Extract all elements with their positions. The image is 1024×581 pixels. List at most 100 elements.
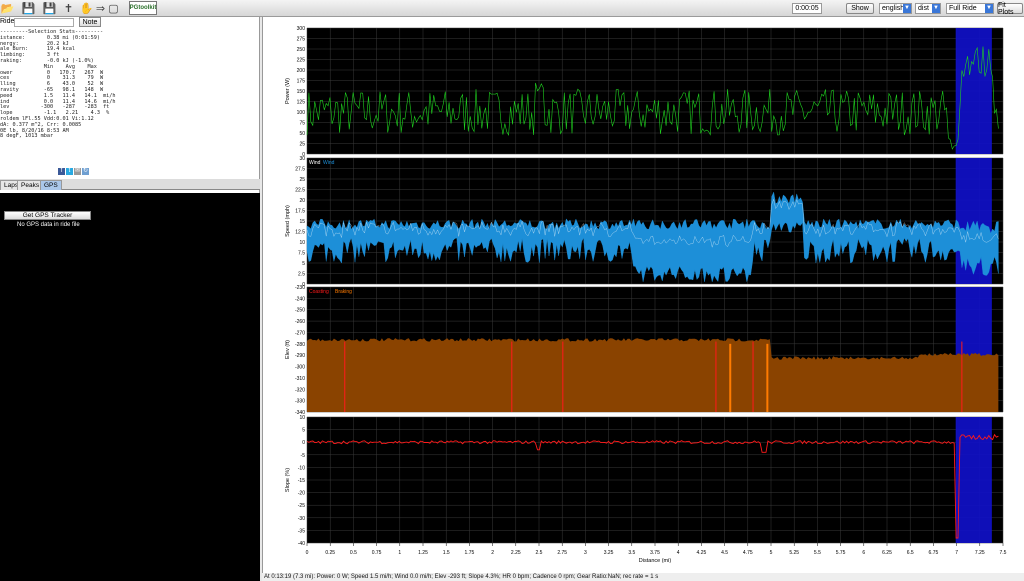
probe-icon[interactable]: ✝ — [61, 1, 76, 15]
share-icon[interactable]: ↻ — [82, 168, 89, 175]
legend-label: Braking — [335, 289, 352, 295]
coasting-mark — [715, 341, 717, 412]
x-tick-label: 1 — [398, 550, 401, 556]
y-tick-label: -230 — [295, 285, 305, 291]
y-tick-label: 22.5 — [295, 188, 305, 194]
units-select[interactable]: english ▼ — [879, 3, 912, 14]
get-gps-tracker-button[interactable]: Get GPS Tracker — [4, 211, 91, 220]
x-tick-label: 1.75 — [465, 550, 475, 556]
y-tick-label: 50 — [299, 131, 305, 137]
time-field[interactable]: 0:00:05 — [792, 3, 822, 14]
y-tick-label: 250 — [297, 47, 306, 53]
x-tick-label: 5.25 — [789, 550, 799, 556]
y-axis-label: Speed (mph) — [285, 205, 291, 237]
x-tick-label: 4.5 — [721, 550, 728, 556]
x-tick-label: 4 — [677, 550, 680, 556]
y-tick-label: 2.5 — [298, 272, 305, 278]
x-axis-select[interactable]: dist ▼ — [915, 3, 941, 14]
range-value: Full Ride — [949, 5, 977, 12]
braking-mark — [729, 343, 732, 412]
save-icon[interactable]: 💾 — [21, 1, 36, 15]
plots-area: 300 275 250 225 200 175 150 125 100 75 50 25 0 Power … — [262, 17, 1024, 577]
y-tick-label: 200 — [297, 68, 306, 74]
legend-label: Coasting — [309, 289, 329, 295]
y-tick-label: 5 — [302, 428, 305, 434]
x-axis-value: dist — [918, 5, 929, 12]
toolbar: 📂 💾 💾 ✝ ✋ ⇒ ▢ PGtoolkit 0:00:05 Show eng… — [0, 0, 1024, 17]
x-tick-label: 7 — [955, 550, 958, 556]
range-select[interactable]: Full Ride ▼ — [946, 3, 994, 14]
y-tick-label: 30 — [299, 156, 305, 162]
x-tick-label: 1.25 — [418, 550, 428, 556]
x-tick-label: 2.25 — [511, 550, 521, 556]
y-tick-label: 150 — [297, 89, 306, 95]
coasting-mark — [562, 341, 564, 412]
x-tick-label: 1.5 — [443, 550, 450, 556]
coasting-mark — [344, 341, 346, 412]
show-button[interactable]: Show — [846, 3, 874, 14]
y-tick-label: -5 — [301, 453, 306, 459]
y-tick-label: 7.5 — [298, 251, 305, 257]
monitor-icon[interactable]: ▢ — [106, 1, 121, 15]
note-button[interactable]: Note — [79, 17, 101, 27]
left-panel: Ride: Note ---------Selection Stats-----… — [0, 17, 260, 581]
legend-label: Wind — [309, 160, 321, 166]
y-tick-label: 25 — [299, 142, 305, 148]
x-tick-label: 0.25 — [325, 550, 335, 556]
ride-plots[interactable]: 3002752502252001751501251007550250Power … — [263, 17, 1024, 577]
tab-bar: Laps Peaks GPS — [0, 179, 260, 190]
units-value: english — [882, 5, 905, 12]
gps-panel: Get GPS Tracker No GPS data in ride file — [0, 193, 260, 581]
y-tick-label: -310 — [295, 376, 305, 382]
y-tick-label: -250 — [295, 308, 305, 314]
x-tick-label: 2 — [491, 550, 494, 556]
y-tick-label: 75 — [299, 121, 305, 127]
x-tick-label: 3.5 — [628, 550, 635, 556]
save-as-icon[interactable]: 💾 — [42, 1, 57, 15]
y-tick-label: 12.5 — [295, 230, 305, 236]
y-tick-label: -330 — [295, 399, 305, 405]
x-tick-label: 2.5 — [536, 550, 543, 556]
y-tick-label: 10 — [299, 240, 305, 246]
facebook-icon[interactable]: f — [58, 168, 65, 175]
x-tick-label: 6.5 — [907, 550, 914, 556]
ride-row: Ride: Note — [0, 17, 260, 28]
status-bar: At 0:13:19 (7.3 mi): Power: 0 W; Speed 1… — [262, 573, 1024, 581]
x-tick-label: 3.25 — [604, 550, 614, 556]
y-tick-label: -15 — [298, 478, 305, 484]
x-tick-label: 7.5 — [1000, 550, 1007, 556]
twitter-icon[interactable]: t — [66, 168, 73, 175]
x-tick-label: 6.75 — [929, 550, 939, 556]
chevron-down-icon: ▼ — [932, 4, 940, 13]
chevron-down-icon: ▼ — [985, 4, 993, 13]
y-tick-label: 20 — [299, 198, 305, 204]
x-tick-label: 6 — [862, 550, 865, 556]
braking-mark — [766, 343, 769, 412]
y-tick-label: -10 — [298, 465, 305, 471]
y-tick-label: 175 — [297, 79, 306, 85]
open-folder-icon[interactable]: 📂 — [0, 1, 15, 15]
chevron-down-icon: ▼ — [903, 4, 911, 13]
x-tick-label: 5.5 — [814, 550, 821, 556]
y-axis-label: Power (W) — [285, 78, 291, 104]
selection-stats: ---------Selection Stats--------- istanc… — [0, 29, 116, 140]
ride-input[interactable] — [14, 18, 74, 27]
y-tick-label: -300 — [295, 365, 305, 371]
legend-label: Wind — [323, 160, 335, 166]
y-tick-label: -20 — [298, 491, 305, 497]
fit-plots-button[interactable]: Fit Plots — [997, 2, 1023, 16]
y-tick-label: -270 — [295, 330, 305, 336]
y-axis-label: Slope (%) — [285, 468, 291, 492]
tab-gps[interactable]: GPS — [40, 180, 62, 190]
pgtoolkit-logo[interactable]: PGtoolkit — [129, 1, 157, 15]
hand-pan-icon[interactable]: ✋ — [79, 1, 94, 15]
x-axis-label: Distance (mi) — [639, 558, 672, 564]
x-tick-label: 0 — [306, 550, 309, 556]
email-icon[interactable]: ✉ — [74, 168, 81, 175]
y-tick-label: -280 — [295, 342, 305, 348]
y-tick-label: 27.5 — [295, 167, 305, 173]
x-tick-label: 3 — [584, 550, 587, 556]
x-tick-label: 6.25 — [882, 550, 892, 556]
y-axis-label: Elev (ft) — [285, 340, 291, 359]
gps-message: No GPS data in ride file — [17, 222, 80, 228]
